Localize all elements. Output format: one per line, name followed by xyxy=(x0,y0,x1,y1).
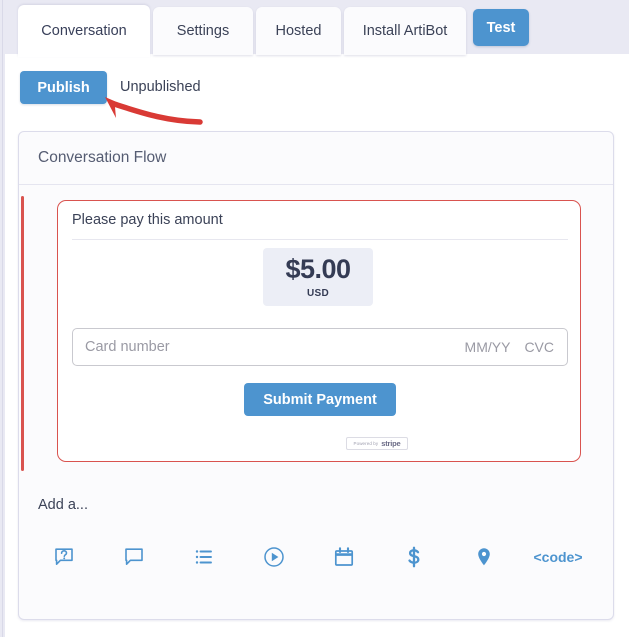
stripe-powered-by-label: Powered by xyxy=(353,441,379,446)
add-section-label: Add a... xyxy=(38,497,88,513)
test-button-label: Test xyxy=(486,19,516,36)
map-pin-icon[interactable] xyxy=(467,540,501,574)
page-left-rule xyxy=(2,0,3,637)
stripe-wordmark: stripe xyxy=(381,439,401,448)
payment-block-title: Please pay this amount xyxy=(72,212,223,228)
tab-install-artibot-label: Install ArtiBot xyxy=(362,23,448,39)
stripe-badge: Powered by stripe xyxy=(346,437,408,450)
card-number-placeholder: Card number xyxy=(85,339,170,355)
dollar-icon[interactable] xyxy=(397,540,431,574)
step-indicator-bar xyxy=(21,196,24,471)
publish-button-label: Publish xyxy=(37,79,90,96)
submit-payment-button[interactable]: Submit Payment xyxy=(244,383,396,416)
tab-settings[interactable]: Settings xyxy=(153,7,253,55)
tab-hosted-label: Hosted xyxy=(275,23,322,39)
publish-button[interactable]: Publish xyxy=(20,71,107,104)
tab-settings-label: Settings xyxy=(176,23,230,39)
publish-status-label: Unpublished xyxy=(120,79,201,95)
conversation-flow-header: Conversation Flow xyxy=(19,132,613,185)
submit-payment-label: Submit Payment xyxy=(263,391,377,408)
tab-install-artibot[interactable]: Install ArtiBot xyxy=(344,7,466,55)
amount-currency: USD xyxy=(306,287,329,299)
amount-display: $5.00 USD xyxy=(263,248,373,306)
play-circle-icon[interactable] xyxy=(257,540,291,574)
payment-divider xyxy=(72,239,568,240)
card-number-input[interactable]: Card number MM/YY CVC xyxy=(72,328,568,366)
code-icon[interactable]: <code> xyxy=(530,540,586,574)
test-button[interactable]: Test xyxy=(473,9,529,46)
card-cvc-placeholder: CVC xyxy=(524,339,554,355)
calendar-icon[interactable] xyxy=(327,540,361,574)
card-expiry-placeholder: MM/YY xyxy=(464,339,511,355)
app-window: Conversation Settings Hosted Install Art… xyxy=(0,0,629,637)
amount-value: $5.00 xyxy=(285,253,351,284)
list-icon[interactable] xyxy=(187,540,221,574)
tab-hosted[interactable]: Hosted xyxy=(256,7,341,55)
tab-bar: Conversation Settings Hosted Install Art… xyxy=(0,0,629,57)
chat-bubble-icon[interactable] xyxy=(117,540,151,574)
code-icon-label: <code> xyxy=(533,549,583,565)
payment-block: Please pay this amount $5.00 USD Card nu… xyxy=(57,200,581,462)
add-icon-row: <code> xyxy=(38,540,598,574)
conversation-flow-title: Conversation Flow xyxy=(38,149,167,166)
tab-conversation[interactable]: Conversation xyxy=(18,5,150,57)
question-bubble-icon[interactable] xyxy=(47,540,81,574)
tab-conversation-label: Conversation xyxy=(41,23,127,39)
